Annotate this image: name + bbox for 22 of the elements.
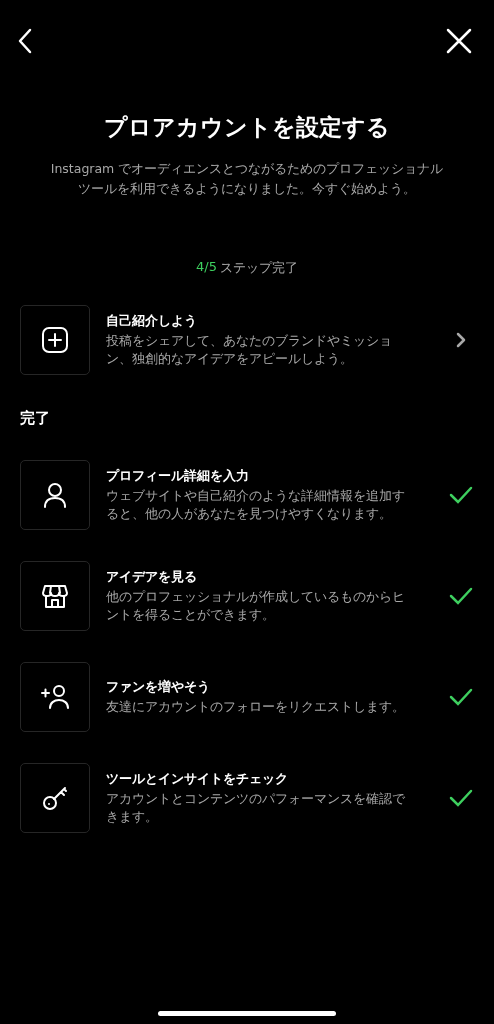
step-title: ファンを増やそう bbox=[106, 678, 211, 696]
person-icon bbox=[42, 481, 68, 509]
step-description: ウェブサイトや自己紹介のような詳細情報を追加すると、他の人があなたを見つけやすくなります。 bbox=[106, 487, 406, 523]
key-icon bbox=[41, 784, 69, 812]
page-subtitle: Instagram でオーディエンスとつながるためのプロフェッショナルツールを利用できるようになりました。今すぐ始めよう。 bbox=[50, 160, 444, 198]
progress-label: ステップ完了 bbox=[219, 259, 298, 277]
step-description: 他のプロフェッショナルが作成しているものからヒントを得ることができます。 bbox=[106, 588, 406, 624]
progress-count: 4/5 bbox=[196, 259, 217, 276]
step-description: 投稿をシェアして、あなたのブランドやミッション、独創的なアイデアをアピールしよう。 bbox=[106, 332, 393, 368]
page-title: プロアカウントを設定する bbox=[103, 113, 391, 142]
step-description: アカウントとコンテンツのパフォーマンスを確認できます。 bbox=[106, 790, 406, 826]
add-person-icon bbox=[40, 684, 70, 710]
step-title: プロフィール詳細を入力 bbox=[106, 467, 250, 485]
step-title: アイデアを見る bbox=[106, 568, 198, 586]
step-description: 友達にアカウントのフォローをリクエストします。 bbox=[106, 698, 406, 716]
plus-square-icon bbox=[41, 326, 69, 354]
chevron-right-icon[interactable] bbox=[456, 332, 466, 348]
section-heading: 完了 bbox=[20, 409, 51, 428]
close-button[interactable] bbox=[444, 26, 474, 56]
step-title: 自己紹介しよう bbox=[106, 312, 198, 330]
shop-icon bbox=[41, 582, 69, 610]
step-title: ツールとインサイトをチェック bbox=[106, 770, 289, 788]
